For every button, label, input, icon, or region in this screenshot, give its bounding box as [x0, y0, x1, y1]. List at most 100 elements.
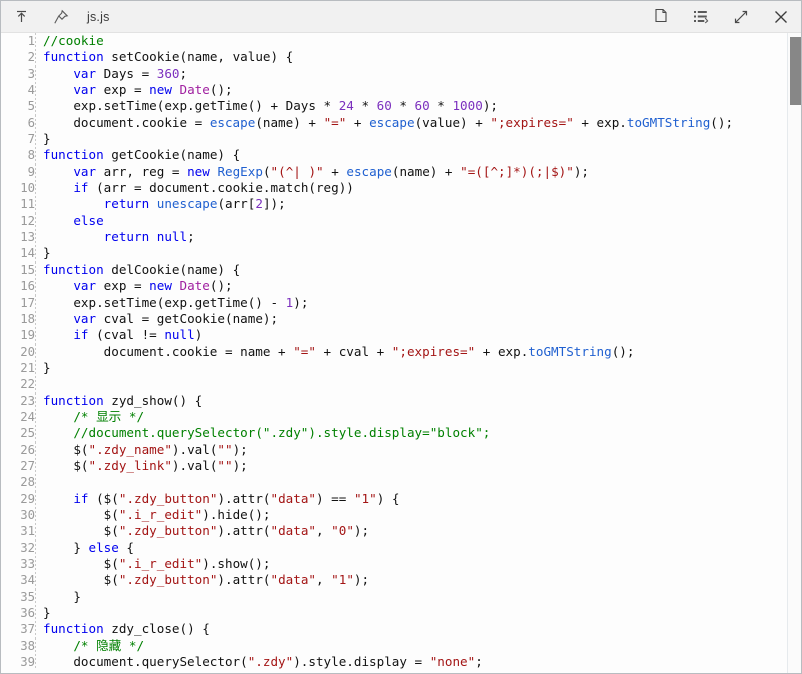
code-scroll-surface[interactable]: 1//cookie 2 function setCookie(name, value…: [1, 33, 787, 673]
code-line-content[interactable]: }: [36, 360, 787, 376]
code-line-content[interactable]: exp.setTime(exp.getTime() - 1);: [36, 295, 787, 311]
code-line-content[interactable]: //cookie: [36, 33, 787, 49]
expand-diagonal-icon[interactable]: [721, 1, 761, 33]
code-line[interactable]: 18 var cval = getCookie(name);: [1, 310, 787, 328]
code-line-content[interactable]: return unescape(arr[2]);: [36, 196, 787, 212]
code-line[interactable]: 34 $(".zdy_button").attr("data", "1");: [1, 572, 787, 589]
outline-list-icon[interactable]: [681, 1, 721, 33]
code-line-content[interactable]: function delCookie(name) {: [36, 262, 787, 278]
code-line-content[interactable]: } else {: [36, 540, 787, 556]
code-line-content[interactable]: $(".zdy_button").attr("data", "0");: [36, 523, 787, 539]
code-line[interactable]: 4 var exp = new Date();: [1, 82, 787, 99]
code-line-content[interactable]: document.cookie = escape(name) + "=" + e…: [36, 115, 787, 131]
code-line-content[interactable]: var cval = getCookie(name);: [36, 311, 787, 327]
code-line[interactable]: 25 //document.querySelector(".zdy").styl…: [1, 425, 787, 442]
code-line-content[interactable]: $(".zdy_name").val("");: [36, 442, 787, 458]
code-line[interactable]: 28: [1, 474, 787, 491]
code-line-content[interactable]: [36, 474, 787, 490]
token-str: ";expires=": [490, 114, 574, 130]
code-line[interactable]: 26 $(".zdy_name").val("");: [1, 441, 787, 458]
code-line[interactable]: 12 else: [1, 212, 787, 230]
code-line[interactable]: 39 document.querySelector(".zdy").style.…: [1, 654, 787, 671]
code-line[interactable]: 5 exp.setTime(exp.getTime() + Days * 24 …: [1, 98, 787, 115]
code-line[interactable]: 1 //cookie: [1, 33, 787, 50]
code-line-content[interactable]: var Days = 360;: [36, 66, 787, 82]
token-pln: [149, 196, 157, 211]
code-line[interactable]: 36}: [1, 605, 787, 622]
vertical-scrollbar-thumb[interactable]: [790, 37, 801, 105]
code-line[interactable]: 35 }: [1, 588, 787, 606]
code-line[interactable]: 30 $(".i_r_edit").hide();: [1, 506, 787, 524]
code-line-content[interactable]: function zdy_close() {: [36, 621, 787, 637]
code-line-content[interactable]: /* 显示 */: [36, 409, 787, 425]
code-line[interactable]: 8 function getCookie(name) {: [1, 147, 787, 164]
code-line[interactable]: 9 var arr, reg = new RegExp("(^| )" + es…: [1, 163, 787, 181]
code-line[interactable]: 10 if (arr = document.cookie.match(reg)): [1, 180, 787, 197]
code-line-content[interactable]: document.cookie = name + "=" + cval + ";…: [36, 344, 787, 360]
code-editor[interactable]: 1//cookie 2 function setCookie(name, value…: [1, 33, 801, 673]
code-line[interactable]: 15 function delCookie(name) {: [1, 261, 787, 279]
code-line[interactable]: 29 if ($(".zdy_button").attr("data") == …: [1, 490, 787, 507]
code-line-content[interactable]: //document.querySelector(".zdy").style.d…: [36, 425, 787, 441]
vertical-scrollbar[interactable]: [787, 33, 801, 673]
code-line-content[interactable]: [36, 376, 787, 392]
token-pln: ();: [710, 114, 734, 130]
code-line[interactable]: 7}: [1, 131, 787, 148]
code-line[interactable]: 31 $(".zdy_button").attr("data", "0");: [1, 523, 787, 540]
code-line-content[interactable]: if (arr = document.cookie.match(reg)): [36, 180, 787, 196]
code-line-content[interactable]: document.querySelector(".zdy").style.dis…: [36, 654, 787, 670]
code-line[interactable]: 17 exp.setTime(exp.getTime() - 1);: [1, 294, 787, 311]
line-number: 4: [1, 82, 35, 99]
code-line-content[interactable]: function zyd_show() {: [36, 393, 787, 409]
token-pln: ;: [187, 229, 195, 245]
code-line-content[interactable]: function getCookie(name) {: [36, 147, 787, 163]
code-line-content[interactable]: return null;: [36, 229, 787, 245]
pin-icon[interactable]: [41, 1, 81, 33]
token-num: 1000: [452, 98, 483, 114]
new-file-icon[interactable]: [641, 1, 681, 33]
code-line-content[interactable]: exp.setTime(exp.getTime() + Days * 24 * …: [36, 98, 787, 114]
code-line[interactable]: 22: [1, 376, 787, 393]
code-line[interactable]: 6 document.cookie = escape(name) + "=" +…: [1, 114, 787, 132]
token-kw: function: [43, 261, 104, 277]
token-kw: var: [73, 65, 97, 81]
code-line[interactable]: 37 function zdy_close() {: [1, 621, 787, 638]
code-line[interactable]: 2 function setCookie(name, value) {: [1, 49, 787, 66]
code-line-content[interactable]: function setCookie(name, value) {: [36, 49, 787, 65]
code-line-content[interactable]: var arr, reg = new RegExp("(^| )" + esca…: [36, 164, 787, 180]
code-line[interactable]: 19 if (cval != null): [1, 327, 787, 344]
token-kw: new: [149, 82, 172, 98]
code-line[interactable]: 33 $(".i_r_edit").show();: [1, 556, 787, 573]
token-pln: exp =: [96, 278, 150, 294]
code-line[interactable]: 14}: [1, 245, 787, 262]
code-line-content[interactable]: if ($(".zdy_button").attr("data") == "1"…: [36, 491, 787, 507]
code-line-content[interactable]: }: [36, 245, 787, 261]
token-kw: new: [187, 163, 210, 179]
code-line-content[interactable]: }: [36, 131, 787, 147]
code-line[interactable]: 13 return null;: [1, 229, 787, 246]
code-line[interactable]: 21}: [1, 359, 787, 377]
code-line-content[interactable]: $(".i_r_edit").show();: [36, 556, 787, 572]
code-line[interactable]: 24 /* 显示 */: [1, 408, 787, 426]
open-in-editor-icon[interactable]: [1, 1, 41, 33]
code-line[interactable]: 32 } else {: [1, 539, 787, 556]
code-line-content[interactable]: if (cval != null): [36, 327, 787, 343]
code-line-content[interactable]: var exp = new Date();: [36, 278, 787, 294]
code-line[interactable]: 23 function zyd_show() {: [1, 392, 787, 409]
code-line-content[interactable]: }: [36, 589, 787, 605]
code-line-content[interactable]: $(".zdy_link").val("");: [36, 458, 787, 474]
code-line-content[interactable]: var exp = new Date();: [36, 82, 787, 98]
code-line[interactable]: 11 return unescape(arr[2]);: [1, 196, 787, 213]
code-line[interactable]: 27 $(".zdy_link").val("");: [1, 457, 787, 475]
close-icon[interactable]: [761, 1, 801, 33]
code-line-content[interactable]: else: [36, 213, 787, 229]
code-line-content[interactable]: }: [36, 605, 787, 621]
code-line-content[interactable]: /* 隐藏 */: [36, 638, 787, 654]
code-line[interactable]: 3 var Days = 360;: [1, 65, 787, 83]
code-line-content[interactable]: $(".zdy_button").attr("data", "1");: [36, 572, 787, 588]
code-line[interactable]: 20 document.cookie = name + "=" + cval +…: [1, 343, 787, 360]
code-line-content[interactable]: $(".i_r_edit").hide();: [36, 507, 787, 523]
code-line[interactable]: 38 /* 隐藏 */: [1, 637, 787, 655]
token-str: ".zdy": [247, 654, 294, 670]
code-line[interactable]: 16 var exp = new Date();: [1, 278, 787, 295]
